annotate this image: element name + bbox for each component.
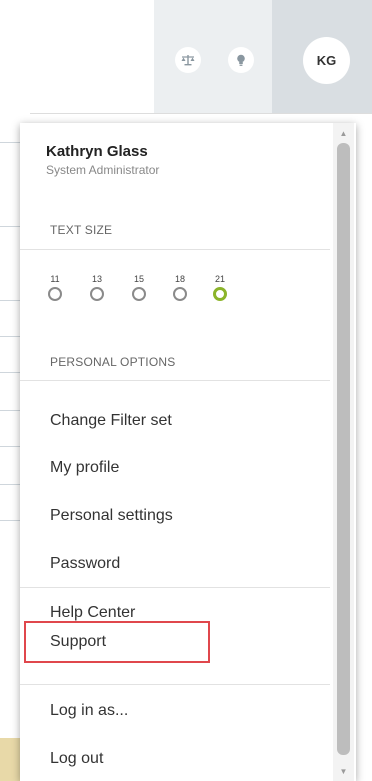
text-size-value: 11 <box>50 274 60 284</box>
scroll-down-arrow-icon[interactable]: ▼ <box>333 763 354 779</box>
scales-icon[interactable] <box>175 47 201 73</box>
text-size-option-21[interactable]: 21 <box>210 274 230 301</box>
divider <box>20 684 330 685</box>
user-name: Kathryn Glass <box>46 143 148 160</box>
divider <box>20 249 330 250</box>
menu-content: Kathryn Glass System Administrator TEXT … <box>20 123 330 781</box>
background-divider <box>0 410 22 411</box>
header-icon-area <box>154 0 272 113</box>
menu-item-password[interactable]: Password <box>20 541 330 587</box>
text-size-option-13[interactable]: 13 <box>87 274 107 301</box>
support-highlight-box <box>24 621 210 663</box>
user-dropdown-menu: Kathryn Glass System Administrator TEXT … <box>20 123 356 781</box>
text-size-value: 21 <box>214 274 225 284</box>
background-divider <box>0 372 22 373</box>
avatar[interactable]: KG <box>303 37 350 84</box>
divider <box>20 587 330 588</box>
scroll-up-arrow-icon[interactable]: ▲ <box>333 125 354 141</box>
radio-selected-icon <box>213 287 227 301</box>
divider <box>20 380 330 381</box>
text-size-option-18[interactable]: 18 <box>170 274 190 301</box>
menu-item-my-profile[interactable]: My profile <box>20 445 330 491</box>
radio-icon <box>173 287 187 301</box>
background-divider <box>0 336 22 337</box>
lightbulb-icon[interactable] <box>228 47 254 73</box>
background-divider <box>0 446 22 447</box>
background-divider <box>0 226 22 227</box>
menu-item-log-out[interactable]: Log out <box>20 736 330 781</box>
menu-item-personal-settings[interactable]: Personal settings <box>20 493 330 539</box>
text-size-value: 13 <box>91 274 102 284</box>
menu-item-log-in-as[interactable]: Log in as... <box>20 688 330 734</box>
text-size-option-15[interactable]: 15 <box>129 274 149 301</box>
radio-icon <box>132 287 146 301</box>
menu-item-change-filter-set[interactable]: Change Filter set <box>20 398 330 444</box>
background-divider <box>0 300 22 301</box>
text-size-value: 15 <box>133 274 144 284</box>
radio-icon <box>48 287 62 301</box>
radio-icon <box>90 287 104 301</box>
background-divider <box>0 142 22 143</box>
text-size-label: TEXT SIZE <box>50 223 113 237</box>
header-left-area <box>0 0 154 113</box>
text-size-option-11[interactable]: 11 <box>45 274 65 301</box>
background-divider <box>0 484 22 485</box>
user-role: System Administrator <box>46 163 160 177</box>
personal-options-label: PERSONAL OPTIONS <box>50 355 176 369</box>
menu-scrollbar[interactable]: ▲ ▼ <box>333 123 354 781</box>
text-size-value: 18 <box>174 274 185 284</box>
background-divider <box>0 520 22 521</box>
scroll-thumb[interactable] <box>337 143 350 755</box>
